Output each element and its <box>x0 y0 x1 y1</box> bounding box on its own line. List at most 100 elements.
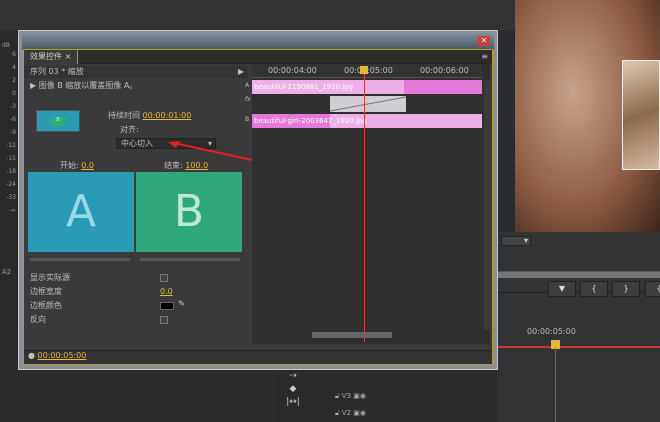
clip-b-name: beautiful-girl-2003647_1920.jpg <box>254 117 367 125</box>
track-a-label: A <box>245 82 250 89</box>
current-timecode[interactable]: 00:00:05:00 <box>38 351 87 360</box>
border-width-value[interactable]: 0.0 <box>160 286 173 298</box>
toggle-output-icon[interactable]: ▣◉ <box>353 392 366 400</box>
meter-channel: A2 <box>2 268 12 276</box>
mark-out-button[interactable]: } <box>612 281 640 297</box>
meter-level-label: -6 <box>10 116 16 123</box>
effect-controls-panel: 效果控件 × ≡ 序列 03 * 缩放 ▶ ▶ 图像 B 缩放以覆盖图像 A。 B… <box>23 49 493 365</box>
source-image-thumbnail <box>622 60 660 170</box>
reverse-checkbox[interactable] <box>160 316 168 324</box>
effect-settings: 序列 03 * 缩放 ▶ ▶ 图像 B 缩放以覆盖图像 A。 B 持续时间 00:… <box>24 64 253 350</box>
duration-label: 持续时间 <box>108 111 140 120</box>
end-label: 结束: <box>164 161 183 170</box>
border-width-label: 边框宽度 <box>30 287 62 296</box>
meter-levels: 6 4 2 0 -3 -6 -9 -12 -15 -18 -24 -33 -∞ <box>0 51 18 220</box>
show-source-label: 显示实际源 <box>30 273 70 282</box>
play-preview-icon[interactable]: ▶ <box>30 81 36 90</box>
meter-level-label: -∞ <box>8 207 16 214</box>
work-area-bar <box>497 346 660 348</box>
close-window-button[interactable]: ✕ <box>478 36 490 46</box>
preview-b-label: B <box>173 186 205 237</box>
meter-level-label: -3 <box>10 103 16 110</box>
red-arrow-annotation <box>168 141 253 161</box>
sequence-name: 序列 03 * 缩放 <box>30 67 84 76</box>
align-value: 中心切入 <box>121 139 153 148</box>
playhead-handle[interactable] <box>360 66 368 74</box>
track-name: V3 <box>341 392 352 400</box>
effect-controls-window: ✕ 效果控件 × ≡ 序列 03 * 缩放 ▶ ▶ 图像 B 缩放以覆盖图像 A。… <box>18 30 498 370</box>
preview-a: A <box>28 172 134 252</box>
eyedropper-icon[interactable]: ✎ <box>178 299 185 308</box>
tools-panel: ⇢ ◆ |↔| <box>278 370 308 422</box>
start-slider[interactable] <box>30 258 130 261</box>
audio-meter: dB 6 4 2 0 -3 -6 -9 -12 -15 -18 -24 -33 -∞ A2 <box>0 40 18 330</box>
end-slider[interactable] <box>140 258 240 261</box>
track-select-tool-icon[interactable]: ⇢ <box>278 370 308 383</box>
effect-description-row: ▶ 图像 B 缩放以覆盖图像 A。 <box>30 80 137 92</box>
sequence-header: 序列 03 * 缩放 ▶ <box>24 66 248 78</box>
lock-icon[interactable]: 🔓︎ <box>335 409 340 417</box>
border-color-swatch[interactable] <box>160 302 174 310</box>
sequence-playhead-line <box>555 348 556 422</box>
go-to-in-button[interactable]: { <box>645 281 660 297</box>
lock-icon[interactable]: 🔓︎ <box>335 392 340 400</box>
monitor-scrollbar[interactable] <box>497 272 660 278</box>
show-timeline-icon[interactable]: ▶ <box>238 66 244 78</box>
meter-level-label: -12 <box>6 142 16 149</box>
panel-menu-icon[interactable]: ≡ <box>481 52 488 61</box>
track-headers: 🔓︎ V3 ▣◉ 🔓︎ V2 ▣◉ <box>335 388 395 422</box>
meter-level-label: -9 <box>10 129 16 136</box>
meter-level-label: 0 <box>12 90 16 97</box>
track-fx-label: fx <box>245 96 251 103</box>
timecode-icon: ● <box>28 351 35 360</box>
track-header-v2[interactable]: 🔓︎ V2 ▣◉ <box>335 405 395 422</box>
divider <box>497 292 660 347</box>
track-b-label: B <box>245 116 250 123</box>
meter-level-label: 2 <box>12 77 16 84</box>
ruler-tick-label: 00:00:06:00 <box>420 66 469 75</box>
window-titlebar[interactable]: ✕ <box>22 34 494 50</box>
meter-level-label: -15 <box>6 155 16 162</box>
meter-level-label: 4 <box>12 64 16 71</box>
zoom-dropdown[interactable]: ▾ <box>501 236 531 246</box>
razor-tool-icon[interactable]: ◆ <box>278 383 308 396</box>
monitor-ruler[interactable] <box>497 254 660 272</box>
top-panel-bg <box>0 0 515 30</box>
meter-unit: dB <box>2 42 10 49</box>
sequence-timecode: 00:00:05:00 <box>527 327 576 336</box>
vertical-scrollbar[interactable] <box>484 80 490 330</box>
meter-level-label: -33 <box>6 194 16 201</box>
tab-effect-controls[interactable]: 效果控件 × <box>24 50 79 64</box>
clip-b[interactable]: beautiful-girl-2003647_1920.jpg <box>252 114 482 128</box>
tab-label: 效果控件 <box>30 52 62 61</box>
effect-timeline: 00:00:04:00 00:00:05:00 00:00:06:00 A fx… <box>245 64 490 344</box>
toggle-output-icon[interactable]: ▣◉ <box>353 409 366 417</box>
horizontal-scrollbar[interactable] <box>312 332 392 338</box>
slip-tool-icon[interactable]: |↔| <box>278 396 308 409</box>
clip-a-name: beautiful-2150881_1920.jpg <box>254 83 354 91</box>
transition-clip[interactable] <box>329 96 407 112</box>
start-value[interactable]: 0.0 <box>81 161 94 170</box>
add-marker-button[interactable]: ▼ <box>548 281 576 297</box>
mark-in-button[interactable]: { <box>580 281 608 297</box>
playhead-line <box>364 74 365 342</box>
transition-thumbnail: B <box>36 110 80 132</box>
reverse-label: 反向 <box>30 315 46 324</box>
meter-level-label: -24 <box>6 181 16 188</box>
duration-value[interactable]: 00:00:01:00 <box>143 111 192 120</box>
meter-level-label: -18 <box>6 168 16 175</box>
track-header-v3[interactable]: 🔓︎ V3 ▣◉ <box>335 388 395 405</box>
preview-b: B <box>136 172 242 252</box>
align-label: 对齐: <box>120 125 139 134</box>
ruler-tick-label: 00:00:05:00 <box>344 66 393 75</box>
meter-level-label: 6 <box>12 51 16 58</box>
ruler-tick-label: 00:00:04:00 <box>268 66 317 75</box>
border-color-label: 边框颜色 <box>30 301 62 310</box>
program-controls: ▾ 00:00:05:00 <box>497 232 660 422</box>
start-label: 开始: <box>60 161 79 170</box>
end-value[interactable]: 100.0 <box>185 161 208 170</box>
tab-close-icon[interactable]: × <box>65 52 72 61</box>
effect-description: 图像 B 缩放以覆盖图像 A。 <box>38 81 138 90</box>
clip-a[interactable]: beautiful-2150881_1920.jpg <box>252 80 482 94</box>
show-source-checkbox[interactable] <box>160 274 168 282</box>
